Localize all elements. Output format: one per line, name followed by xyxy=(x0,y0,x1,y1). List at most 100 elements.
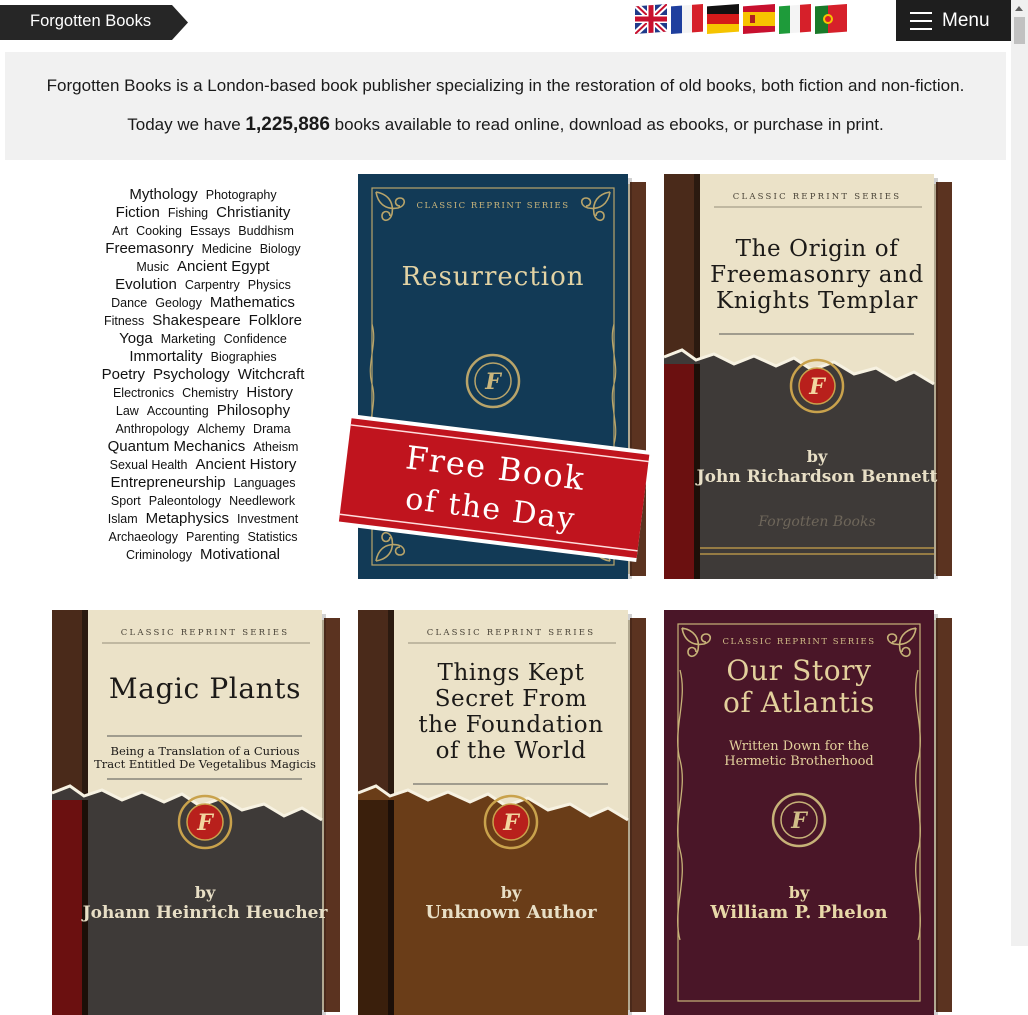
subject-tag-yoga[interactable]: Yoga xyxy=(119,330,153,347)
subject-tag-biology[interactable]: Biology xyxy=(260,242,301,256)
italy-flag[interactable] xyxy=(779,4,811,34)
book-cover-resurrection[interactable]: CLASSIC REPRINT SERIES Resurrection F Free … xyxy=(338,174,650,579)
book-cover-origin-freemasonry[interactable]: CLASSIC REPRINT SERIES F The Origin of Free… xyxy=(663,174,954,579)
uk-flag[interactable] xyxy=(635,4,667,34)
subject-tag-history[interactable]: History xyxy=(246,384,293,401)
book-subtitle-line: Written Down for the xyxy=(729,739,869,754)
seal-letter-icon: F xyxy=(808,374,826,400)
spain-flag[interactable] xyxy=(743,4,775,34)
seal-letter-icon: F xyxy=(196,810,214,836)
subject-tag-essays[interactable]: Essays xyxy=(190,224,230,238)
subject-tag-statistics[interactable]: Statistics xyxy=(248,530,298,544)
subject-tag-music[interactable]: Music xyxy=(136,260,169,274)
subject-tag-folklore[interactable]: Folklore xyxy=(249,312,302,329)
subject-tag-confidence[interactable]: Confidence xyxy=(224,332,287,346)
subject-tag-cloud: Mythology Photography Fiction Fishing Christ… xyxy=(80,186,326,564)
scroll-thumb[interactable] xyxy=(1014,17,1025,44)
subject-tag-accounting[interactable]: Accounting xyxy=(147,404,209,418)
subject-tag-entrepreneurship[interactable]: Entrepreneurship xyxy=(111,474,226,491)
subject-tag-poetry[interactable]: Poetry xyxy=(102,366,145,383)
subject-tag-dance[interactable]: Dance xyxy=(111,296,147,310)
subject-tag-languages[interactable]: Languages xyxy=(234,476,296,490)
tag-cloud-row: Mythology Photography xyxy=(80,186,326,204)
subject-tag-fitness[interactable]: Fitness xyxy=(104,314,144,328)
series-label: CLASSIC REPRINT SERIES xyxy=(427,628,595,638)
book-title: Resurrection xyxy=(401,262,584,292)
france-flag[interactable] xyxy=(671,4,703,34)
menu-button[interactable]: Menu xyxy=(896,0,1011,41)
subject-tag-shakespeare[interactable]: Shakespeare xyxy=(152,312,240,329)
book-cover-magic-plants[interactable]: CLASSIC REPRINT SERIES F Magic Plants Being… xyxy=(51,610,342,1015)
subject-tag-parenting[interactable]: Parenting xyxy=(186,530,240,544)
subject-tag-mythology[interactable]: Mythology xyxy=(129,186,197,203)
book-count: 1,225,886 xyxy=(245,114,330,135)
subject-tag-quantum-mechanics[interactable]: Quantum Mechanics xyxy=(108,438,246,455)
subject-tag-fiction[interactable]: Fiction xyxy=(116,204,160,221)
book-cover-art: CLASSIC REPRINT SERIES F Things KeptSecret… xyxy=(357,610,646,1015)
tag-cloud-row: Sport Paleontology Needlework xyxy=(80,492,326,510)
subject-tag-archaeology[interactable]: Archaeology xyxy=(108,530,178,544)
germany-flag[interactable] xyxy=(707,4,739,34)
book-author: Unknown Author xyxy=(425,902,597,923)
subject-tag-needlework[interactable]: Needlework xyxy=(229,494,295,508)
subject-tag-alchemy[interactable]: Alchemy xyxy=(197,422,245,436)
subject-tag-mathematics[interactable]: Mathematics xyxy=(210,294,295,311)
subject-tag-paleontology[interactable]: Paleontology xyxy=(149,494,221,508)
subject-tag-atheism[interactable]: Atheism xyxy=(253,440,298,454)
subject-tag-witchcraft[interactable]: Witchcraft xyxy=(238,366,305,383)
subject-tag-motivational[interactable]: Motivational xyxy=(200,546,280,563)
subject-tag-sexual-health[interactable]: Sexual Health xyxy=(110,458,188,472)
intro-description: Forgotten Books is a London-based book p… xyxy=(46,76,965,95)
subject-tag-anthropology[interactable]: Anthropology xyxy=(115,422,189,436)
subject-tag-psychology[interactable]: Psychology xyxy=(153,366,230,383)
subject-tag-criminology[interactable]: Criminology xyxy=(126,548,192,562)
subject-tag-freemasonry[interactable]: Freemasonry xyxy=(105,240,193,257)
tag-cloud-row: Entrepreneurship Languages xyxy=(80,474,326,492)
subject-tag-biographies[interactable]: Biographies xyxy=(211,350,277,364)
tag-cloud-row: Poetry Psychology Witchcraft xyxy=(80,366,326,384)
subject-tag-investment[interactable]: Investment xyxy=(237,512,298,526)
tag-cloud-row: Law Accounting Philosophy xyxy=(80,402,326,420)
subject-tag-sport[interactable]: Sport xyxy=(111,494,141,508)
book-title-line: Magic Plants xyxy=(109,672,301,705)
subject-tag-buddhism[interactable]: Buddhism xyxy=(238,224,294,238)
author-by: by xyxy=(501,883,522,902)
subject-tag-geology[interactable]: Geology xyxy=(155,296,202,310)
book-author: John Richardson Bennett xyxy=(695,467,938,487)
subject-tag-physics[interactable]: Physics xyxy=(248,278,291,292)
subject-tag-electronics[interactable]: Electronics xyxy=(113,386,174,400)
subject-tag-ancient-egypt[interactable]: Ancient Egypt xyxy=(177,258,270,275)
subject-tag-christianity[interactable]: Christianity xyxy=(216,204,290,221)
brand-logo[interactable]: Forgotten Books xyxy=(0,5,188,40)
subject-tag-drama[interactable]: Drama xyxy=(253,422,291,436)
subject-tag-art[interactable]: Art xyxy=(112,224,128,238)
book-cover-art: CLASSIC REPRINT SERIES Our Storyof Atlant… xyxy=(664,610,952,1015)
subject-tag-law[interactable]: Law xyxy=(116,404,139,418)
subject-tag-carpentry[interactable]: Carpentry xyxy=(185,278,240,292)
author-by: by xyxy=(789,883,810,902)
book-title-line: Freemasonry and xyxy=(710,262,924,288)
book-cover-things-kept-secret[interactable]: CLASSIC REPRINT SERIES F Things Kept Secret… xyxy=(357,610,648,1015)
subject-tag-medicine[interactable]: Medicine xyxy=(202,242,252,256)
subject-tag-photography[interactable]: Photography xyxy=(206,188,277,202)
subject-tag-ancient-history[interactable]: Ancient History xyxy=(195,456,296,473)
language-flags xyxy=(635,4,847,34)
subject-tag-philosophy[interactable]: Philosophy xyxy=(217,402,290,419)
subject-tag-marketing[interactable]: Marketing xyxy=(161,332,216,346)
scroll-up-arrow-icon[interactable] xyxy=(1011,0,1028,16)
subject-tag-cooking[interactable]: Cooking xyxy=(136,224,182,238)
series-label: CLASSIC REPRINT SERIES xyxy=(722,637,875,647)
vertical-scrollbar[interactable] xyxy=(1011,0,1028,946)
subject-tag-evolution[interactable]: Evolution xyxy=(115,276,177,293)
subject-tag-fishing[interactable]: Fishing xyxy=(168,206,208,220)
portugal-flag[interactable] xyxy=(815,4,847,34)
subject-tag-metaphysics[interactable]: Metaphysics xyxy=(146,510,229,527)
subject-tag-islam[interactable]: Islam xyxy=(108,512,138,526)
book-title-line: Things Kept xyxy=(438,660,585,686)
book-edge xyxy=(936,618,952,1012)
subject-tag-immortality[interactable]: Immortality xyxy=(129,348,202,365)
author-by: by xyxy=(807,447,828,466)
subject-tag-chemistry[interactable]: Chemistry xyxy=(182,386,238,400)
tag-cloud-row: Evolution Carpentry Physics xyxy=(80,276,326,294)
book-cover-our-story-atlantis[interactable]: CLASSIC REPRINT SERIES Our Story of Atlant… xyxy=(664,610,954,1015)
